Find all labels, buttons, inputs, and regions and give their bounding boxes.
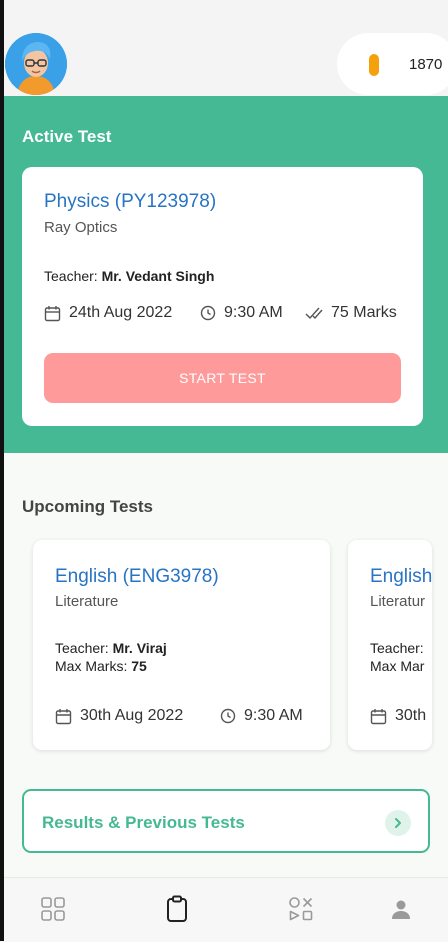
app-header: 1870 [0, 0, 448, 96]
nav-games[interactable] [286, 894, 316, 924]
calendar-icon [55, 708, 72, 724]
nav-dashboard[interactable] [38, 894, 68, 924]
games-icon [289, 897, 313, 921]
upcoming-date-text: 30th [395, 707, 427, 724]
test-time: 9:30 AM [200, 304, 283, 322]
chevron-right-icon [385, 810, 411, 836]
nav-profile[interactable] [386, 894, 416, 924]
upcoming-topic: Literatur [370, 593, 426, 610]
upcoming-tests-title: Upcoming Tests [22, 497, 153, 516]
teacher-name: Mr. Viraj [112, 640, 167, 656]
avatar[interactable] [5, 33, 67, 95]
active-test-card[interactable]: Physics (PY123978) Ray Optics Teacher: M… [22, 167, 423, 426]
test-marks: 75 Marks [305, 304, 397, 322]
test-subject: Physics (PY123978) [44, 191, 217, 212]
test-time-text: 9:30 AM [224, 304, 283, 321]
coin-balance[interactable]: 1870 [337, 33, 448, 95]
upcoming-time: 9:30 AM [220, 707, 303, 725]
test-marks-text: 75 Marks [331, 304, 397, 321]
calendar-icon [44, 305, 61, 321]
teacher-label: Teacher: [44, 268, 98, 284]
upcoming-teacher: Teacher: [370, 640, 424, 656]
test-date: 24th Aug 2022 [44, 304, 172, 322]
clock-icon [220, 708, 236, 724]
active-test-title: Active Test [22, 127, 112, 146]
nav-tests[interactable] [162, 894, 192, 924]
clock-icon [200, 305, 216, 321]
max-marks-value: 75 [131, 658, 147, 674]
max-marks-label: Max Marks: [55, 658, 128, 674]
coin-count: 1870 [409, 56, 443, 73]
upcoming-test-card[interactable]: English Literatur Teacher: Max Mar 30th [348, 540, 432, 750]
test-date-text: 24th Aug 2022 [69, 304, 173, 321]
upcoming-max-marks: Max Marks: 75 [55, 658, 147, 674]
upcoming-topic: Literature [55, 593, 119, 610]
profile-icon [392, 900, 410, 919]
calendar-icon [370, 708, 387, 724]
test-topic: Ray Optics [44, 219, 118, 236]
upcoming-max-marks: Max Mar [370, 658, 425, 674]
upcoming-date-text: 30th Aug 2022 [80, 707, 184, 724]
teacher-label: Teacher: [55, 640, 109, 656]
clipboard-icon [167, 895, 187, 922]
upcoming-time-text: 9:30 AM [244, 707, 303, 724]
upcoming-teacher: Teacher: Mr. Viraj [55, 640, 167, 656]
avatar-illustration-icon [5, 33, 67, 95]
results-previous-tests-button[interactable]: Results & Previous Tests [22, 789, 430, 853]
upcoming-subject: English [370, 566, 432, 587]
bottom-nav [0, 877, 448, 942]
teacher-name: Mr. Vedant Singh [101, 268, 215, 284]
results-label: Results & Previous Tests [42, 813, 245, 832]
screen-edge [0, 0, 4, 941]
coin-icon [369, 54, 379, 76]
upcoming-date: 30th Aug 2022 [55, 707, 183, 725]
upcoming-date: 30th [370, 707, 426, 725]
check-icon [305, 307, 323, 320]
start-test-button[interactable]: START TEST [44, 353, 401, 403]
dashboard-icon [41, 897, 65, 921]
test-teacher: Teacher: Mr. Vedant Singh [44, 268, 214, 284]
upcoming-subject: English (ENG3978) [55, 566, 219, 587]
upcoming-test-card[interactable]: English (ENG3978) Literature Teacher: Mr… [33, 540, 330, 750]
